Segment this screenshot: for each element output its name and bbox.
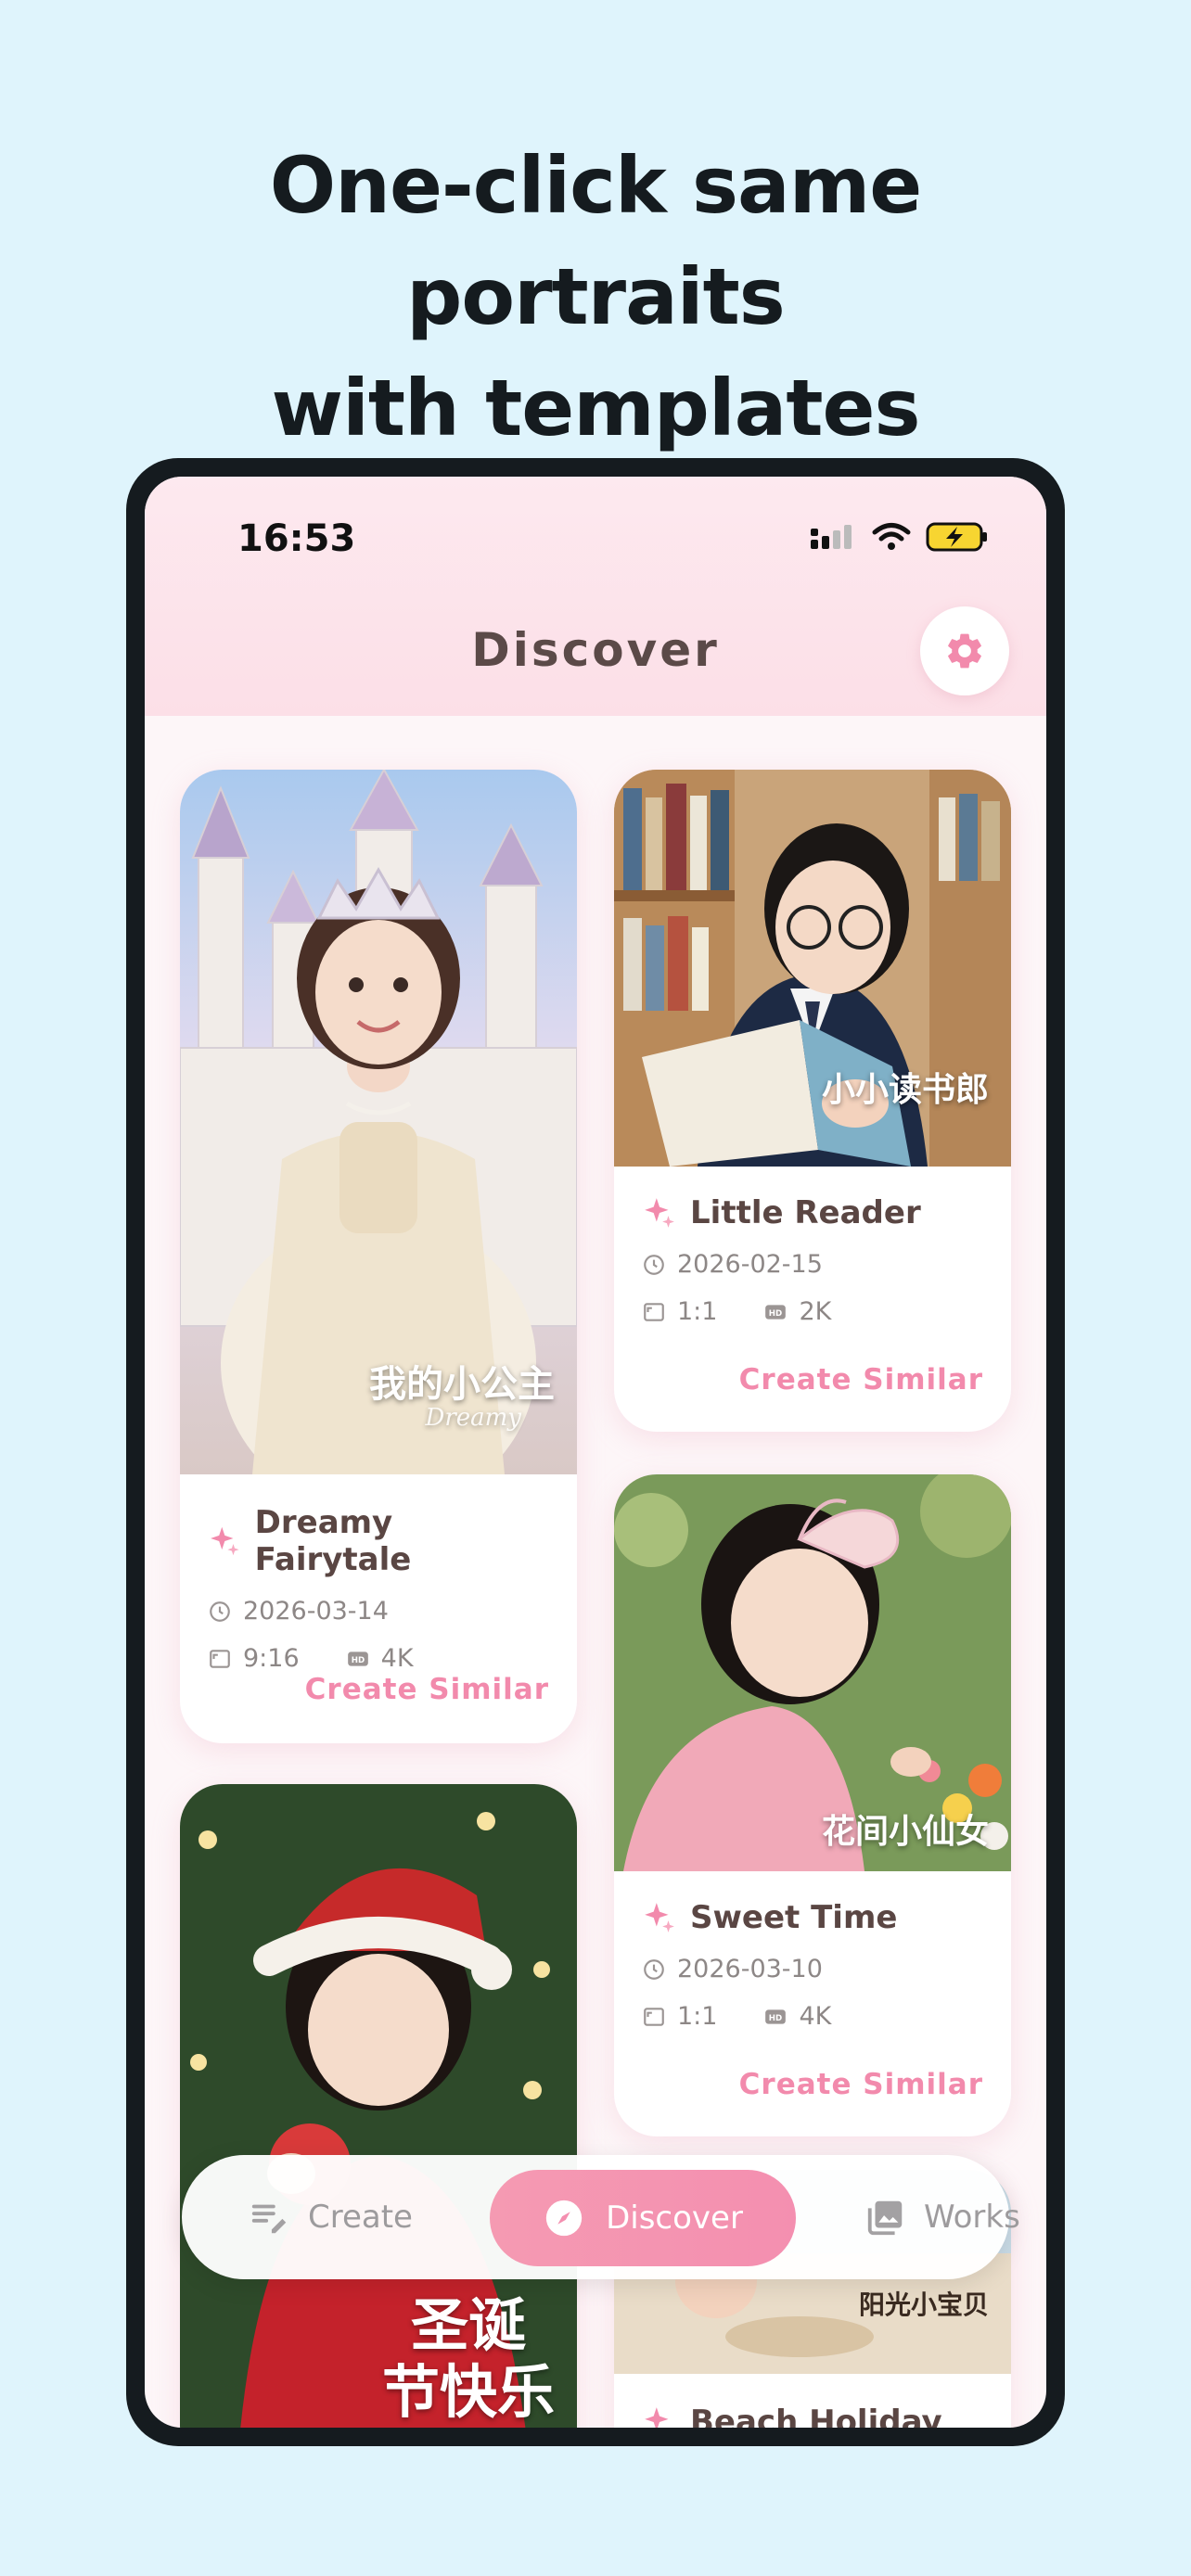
gallery-icon [867,2200,903,2236]
card-title: Beach Holiday [690,2404,942,2428]
card-quality: 4K [380,1644,414,1673]
card-ratio: 1:1 [677,2002,718,2031]
nav-tab-create[interactable]: Create [249,2155,413,2279]
photo-overlay-script: Dreamy [425,1404,521,1432]
card-quality: 4K [799,2002,832,2031]
top-bar: 16:53 Discover [145,477,1046,716]
status-icons [809,521,989,553]
card-date: 2026-03-10 [677,1955,823,1983]
template-photo: 花间小仙女 [614,1474,1011,1871]
template-photo: 小小读书郎 [614,770,1011,1167]
phone-frame: 16:53 Discover 我的小公主 Dreamy Dreamy Fairy… [126,458,1065,2446]
promo-headline: One-click same portraits with templates [0,130,1191,464]
edit-list-icon [251,2204,287,2234]
nav-discover-label: Discover [606,2200,743,2237]
cellular-signal-icon [811,525,852,549]
clock-icon [644,1254,664,1275]
svg-text:HD: HD [769,2013,782,2022]
aspect-ratio-icon [644,2007,664,2026]
card-date: 2026-02-15 [677,1250,823,1279]
clock-icon [644,1958,664,1980]
sparkle-icon [645,1903,674,1932]
status-time: 16:53 [237,517,356,560]
card-ratio: 9:16 [243,1644,300,1673]
svg-text:HD: HD [769,1308,782,1318]
aspect-ratio-icon [644,1302,664,1321]
photo-overlay-text: 圣诞 节快乐 [381,2291,555,2426]
photo-overlay-text: 小小读书郎 [821,1070,989,1109]
card-ratio: 1:1 [677,1297,718,1326]
phone-screen: 16:53 Discover 我的小公主 Dreamy Dreamy Fairy… [145,477,1046,2428]
sparkle-icon [211,1526,239,1556]
template-card-dreamy-fairytale[interactable]: 我的小公主 Dreamy Dreamy Fairytale 2026-03-14… [180,770,577,1743]
card-info: Dreamy Fairytale 2026-03-14 9:16 HD 4K [208,1504,549,1673]
hd-quality-icon: HD [765,1304,787,1320]
card-title: Dreamy Fairytale [254,1504,412,1578]
create-similar-button[interactable]: Create Similar [305,1673,549,1706]
card-quality: 2K [799,1297,832,1326]
card-info: Beach Holiday [642,2404,983,2428]
settings-button[interactable] [920,606,1009,695]
hd-quality-icon: HD [765,2009,787,2024]
nav-works-label: Works [924,2199,1020,2236]
card-title: Sweet Time [690,1899,898,1936]
nav-tab-discover[interactable]: Discover [490,2170,796,2266]
card-info: Sweet Time 2026-03-10 1:1 HD 4K [642,1899,983,2031]
create-similar-button[interactable]: Create Similar [739,2068,983,2101]
headline-line-3: with templates [271,363,921,453]
template-card-sweet-time[interactable]: 花间小仙女 Sweet Time 2026-03-10 1:1 HD 4K Cr… [614,1474,1011,2136]
page-title: Discover [471,623,720,677]
card-date: 2026-03-14 [243,1597,389,1626]
nav-create-label: Create [308,2199,413,2236]
template-photo: 我的小公主 Dreamy [180,770,577,1474]
compass-icon [545,2200,583,2237]
template-photo: 圣诞 节快乐 [180,1784,577,2428]
card-info: Little Reader 2026-02-15 1:1 HD 2K [642,1194,983,1326]
sparkle-icon [645,2407,669,2428]
aspect-ratio-icon [210,1649,230,1668]
hd-quality-icon: HD [347,1651,368,1666]
headline-line-1: One-click same [269,140,923,231]
create-similar-button[interactable]: Create Similar [739,1363,983,1396]
template-card-little-reader[interactable]: 小小读书郎 Little Reader 2026-02-15 1:1 HD 2K [614,770,1011,1432]
photo-overlay-text: 我的小公主 [369,1362,555,1406]
nav-tab-works[interactable]: Works [864,2155,1020,2279]
battery-charging-icon [926,522,987,552]
photo-overlay-text: 花间小仙女 [821,1812,989,1851]
clock-icon [210,1600,230,1622]
svg-text:HD: HD [351,1655,364,1664]
sparkle-icon [645,1198,674,1228]
gear-icon [948,633,981,669]
card-title: Little Reader [690,1194,921,1231]
photo-overlay-text: 阳光小宝贝 [858,2289,989,2320]
template-card-christmas[interactable]: 圣诞 节快乐 [180,1784,577,2428]
wifi-icon [872,523,911,550]
bottom-navigation: Create Discover Works [182,2155,1020,2279]
headline-line-2: portraits [406,251,785,342]
